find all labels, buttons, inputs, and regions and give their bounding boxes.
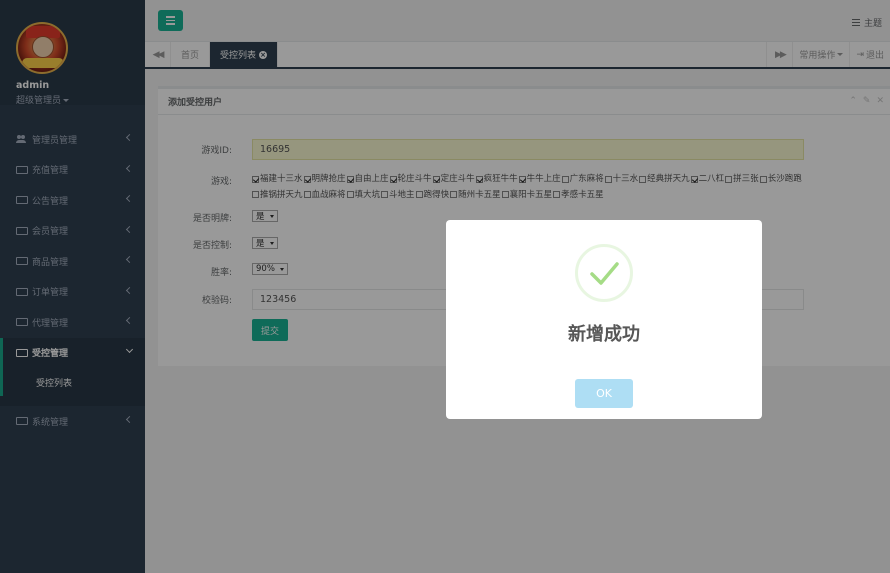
ok-button[interactable]: OK — [575, 379, 633, 408]
success-dialog: 新增成功 OK — [446, 220, 762, 419]
success-check-icon — [575, 244, 633, 302]
dialog-title: 新增成功 — [568, 324, 640, 345]
